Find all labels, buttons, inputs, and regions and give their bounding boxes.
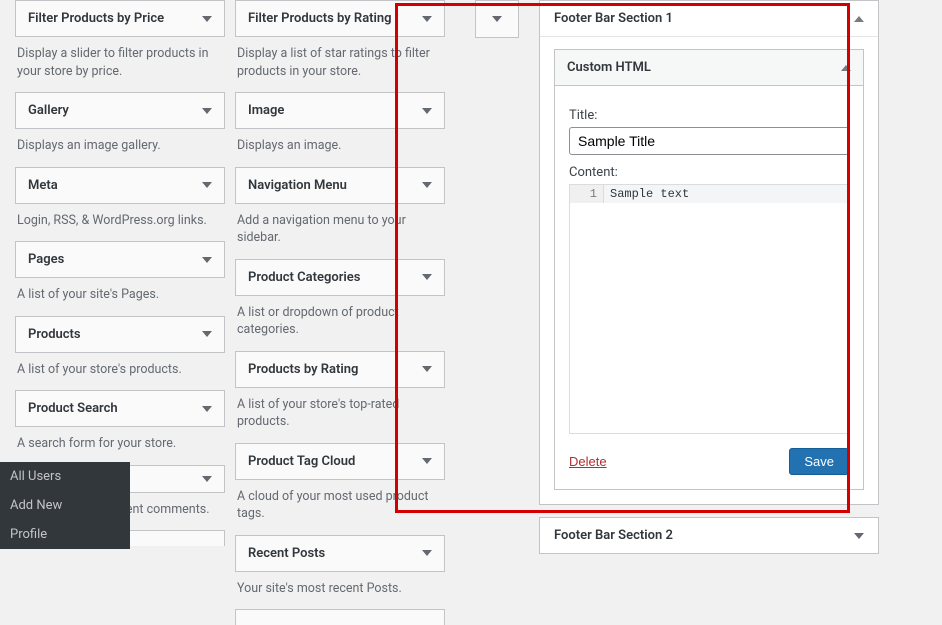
available-widget[interactable]: Recent Posts — [235, 535, 445, 572]
available-widget[interactable]: Product Tag Cloud — [235, 443, 445, 480]
chevron-up-icon — [854, 16, 864, 22]
widget-name: Filter Products by Rating — [248, 11, 392, 26]
section-title: Footer Bar Section 1 — [554, 11, 673, 26]
widget-header[interactable]: Meta — [16, 168, 224, 203]
content-editor[interactable]: 1 Sample text — [569, 184, 849, 434]
title-input[interactable] — [569, 127, 849, 155]
widget-name: Products — [28, 327, 81, 342]
widget-header[interactable]: Products by Rating — [236, 352, 444, 387]
chevron-down-icon — [422, 366, 432, 372]
available-widget[interactable]: Image — [235, 92, 445, 129]
widget-name: Navigation Menu — [248, 178, 347, 193]
widget-header[interactable]: Product Search — [16, 391, 224, 426]
section-header[interactable]: Footer Bar Section 2 — [540, 518, 878, 553]
content-label: Content: — [569, 165, 849, 180]
available-widget[interactable]: Gallery — [15, 92, 225, 129]
chevron-up-icon — [841, 65, 851, 71]
widget-name: Pages — [28, 252, 64, 267]
chevron-down-icon — [202, 16, 212, 22]
chevron-down-icon — [422, 182, 432, 188]
collapsed-widget-area[interactable] — [475, 0, 519, 38]
chevron-down-icon — [422, 274, 432, 280]
widget-description: A list of your store's top-rated product… — [235, 388, 445, 443]
line-number: 1 — [570, 185, 604, 203]
widget-header[interactable]: Recent Posts — [236, 536, 444, 571]
menu-add-new[interactable]: Add New — [0, 491, 130, 520]
widget-name: Product Categories — [248, 270, 360, 285]
widget-name: Image — [248, 103, 284, 118]
chevron-down-icon — [202, 476, 212, 482]
widget-header[interactable]: Product Categories — [236, 260, 444, 295]
widget-header[interactable]: Navigation Menu — [236, 168, 444, 203]
chevron-down-icon — [422, 16, 432, 22]
custom-html-widget: Custom HTML Title: Content: 1 — [554, 49, 864, 490]
admin-submenu: All Users Add New Profile — [0, 462, 130, 549]
section-title: Footer Bar Section 2 — [554, 528, 673, 543]
chevron-down-icon — [854, 533, 864, 539]
menu-all-users[interactable]: All Users — [0, 462, 130, 491]
chevron-down-icon — [202, 331, 212, 337]
chevron-down-icon — [422, 108, 432, 114]
save-button[interactable]: Save — [789, 448, 849, 475]
chevron-down-icon — [422, 550, 432, 556]
available-widget[interactable]: Filter Products by Rating — [235, 0, 445, 37]
available-widget[interactable]: Products — [15, 316, 225, 353]
widget-name: Recent Posts — [248, 546, 325, 561]
widget-name: Product Search — [28, 401, 118, 416]
menu-profile[interactable]: Profile — [0, 520, 130, 549]
widget-header[interactable]: Image — [236, 93, 444, 128]
available-widget[interactable]: Product Search — [15, 390, 225, 427]
available-widget[interactable]: Meta — [15, 167, 225, 204]
widget-header[interactable]: Filter Products by Rating — [236, 1, 444, 36]
widget-description: A search form for your store. — [15, 427, 225, 465]
available-widget[interactable]: Filter Products by Price — [15, 0, 225, 37]
available-widget[interactable]: Pages — [15, 241, 225, 278]
chevron-down-icon — [202, 182, 212, 188]
widget-description: A list of your site's Pages. — [15, 278, 225, 316]
footer-bar-section-2: Footer Bar Section 2 — [539, 517, 879, 554]
widget-header[interactable]: Filter Products by Price — [16, 1, 224, 36]
widget-description: Displays an image gallery. — [15, 129, 225, 167]
widget-name: Product Tag Cloud — [248, 454, 355, 469]
widget-name: Filter Products by Price — [28, 11, 164, 26]
chevron-down-icon — [492, 16, 502, 22]
chevron-down-icon — [422, 458, 432, 464]
delete-button[interactable]: Delete — [569, 454, 607, 469]
widget-description: Display a slider to filter products in y… — [15, 37, 225, 92]
widget-description: Login, RSS, & WordPress.org links. — [15, 204, 225, 242]
widget-header[interactable]: Custom HTML — [555, 50, 863, 86]
section-header[interactable]: Footer Bar Section 1 — [540, 1, 878, 37]
code-content[interactable]: Sample text — [604, 185, 848, 203]
widget-title: Custom HTML — [567, 60, 651, 75]
available-widget[interactable]: Products by Rating — [235, 351, 445, 388]
widget-header[interactable]: Gallery — [16, 93, 224, 128]
widget-header[interactable]: Product Tag Cloud — [236, 444, 444, 479]
widget-header[interactable]: Pages — [16, 242, 224, 277]
widget-description: Your site's most recent Posts. — [235, 572, 445, 610]
widget-name: Meta — [28, 178, 58, 193]
widget-description: A list of your store's products. — [15, 353, 225, 391]
widget-description: A cloud of your most used product tags. — [235, 480, 445, 535]
available-widget[interactable]: Product Categories — [235, 259, 445, 296]
chevron-down-icon — [202, 108, 212, 114]
title-label: Title: — [569, 108, 849, 123]
available-widget[interactable]: Navigation Menu — [235, 167, 445, 204]
widget-description: A list or dropdown of product categories… — [235, 296, 445, 351]
chevron-down-icon — [202, 257, 212, 263]
widget-name: Gallery — [28, 103, 69, 118]
widget-description: Displays an image. — [235, 129, 445, 167]
widget-header[interactable]: Products — [16, 317, 224, 352]
footer-bar-section-1: Footer Bar Section 1 Custom HTML Title: — [539, 0, 879, 505]
chevron-down-icon — [202, 406, 212, 412]
widget-name: Products by Rating — [248, 362, 358, 377]
widget-description: Add a navigation menu to your sidebar. — [235, 204, 445, 259]
widget-description: Display a list of star ratings to filter… — [235, 37, 445, 92]
